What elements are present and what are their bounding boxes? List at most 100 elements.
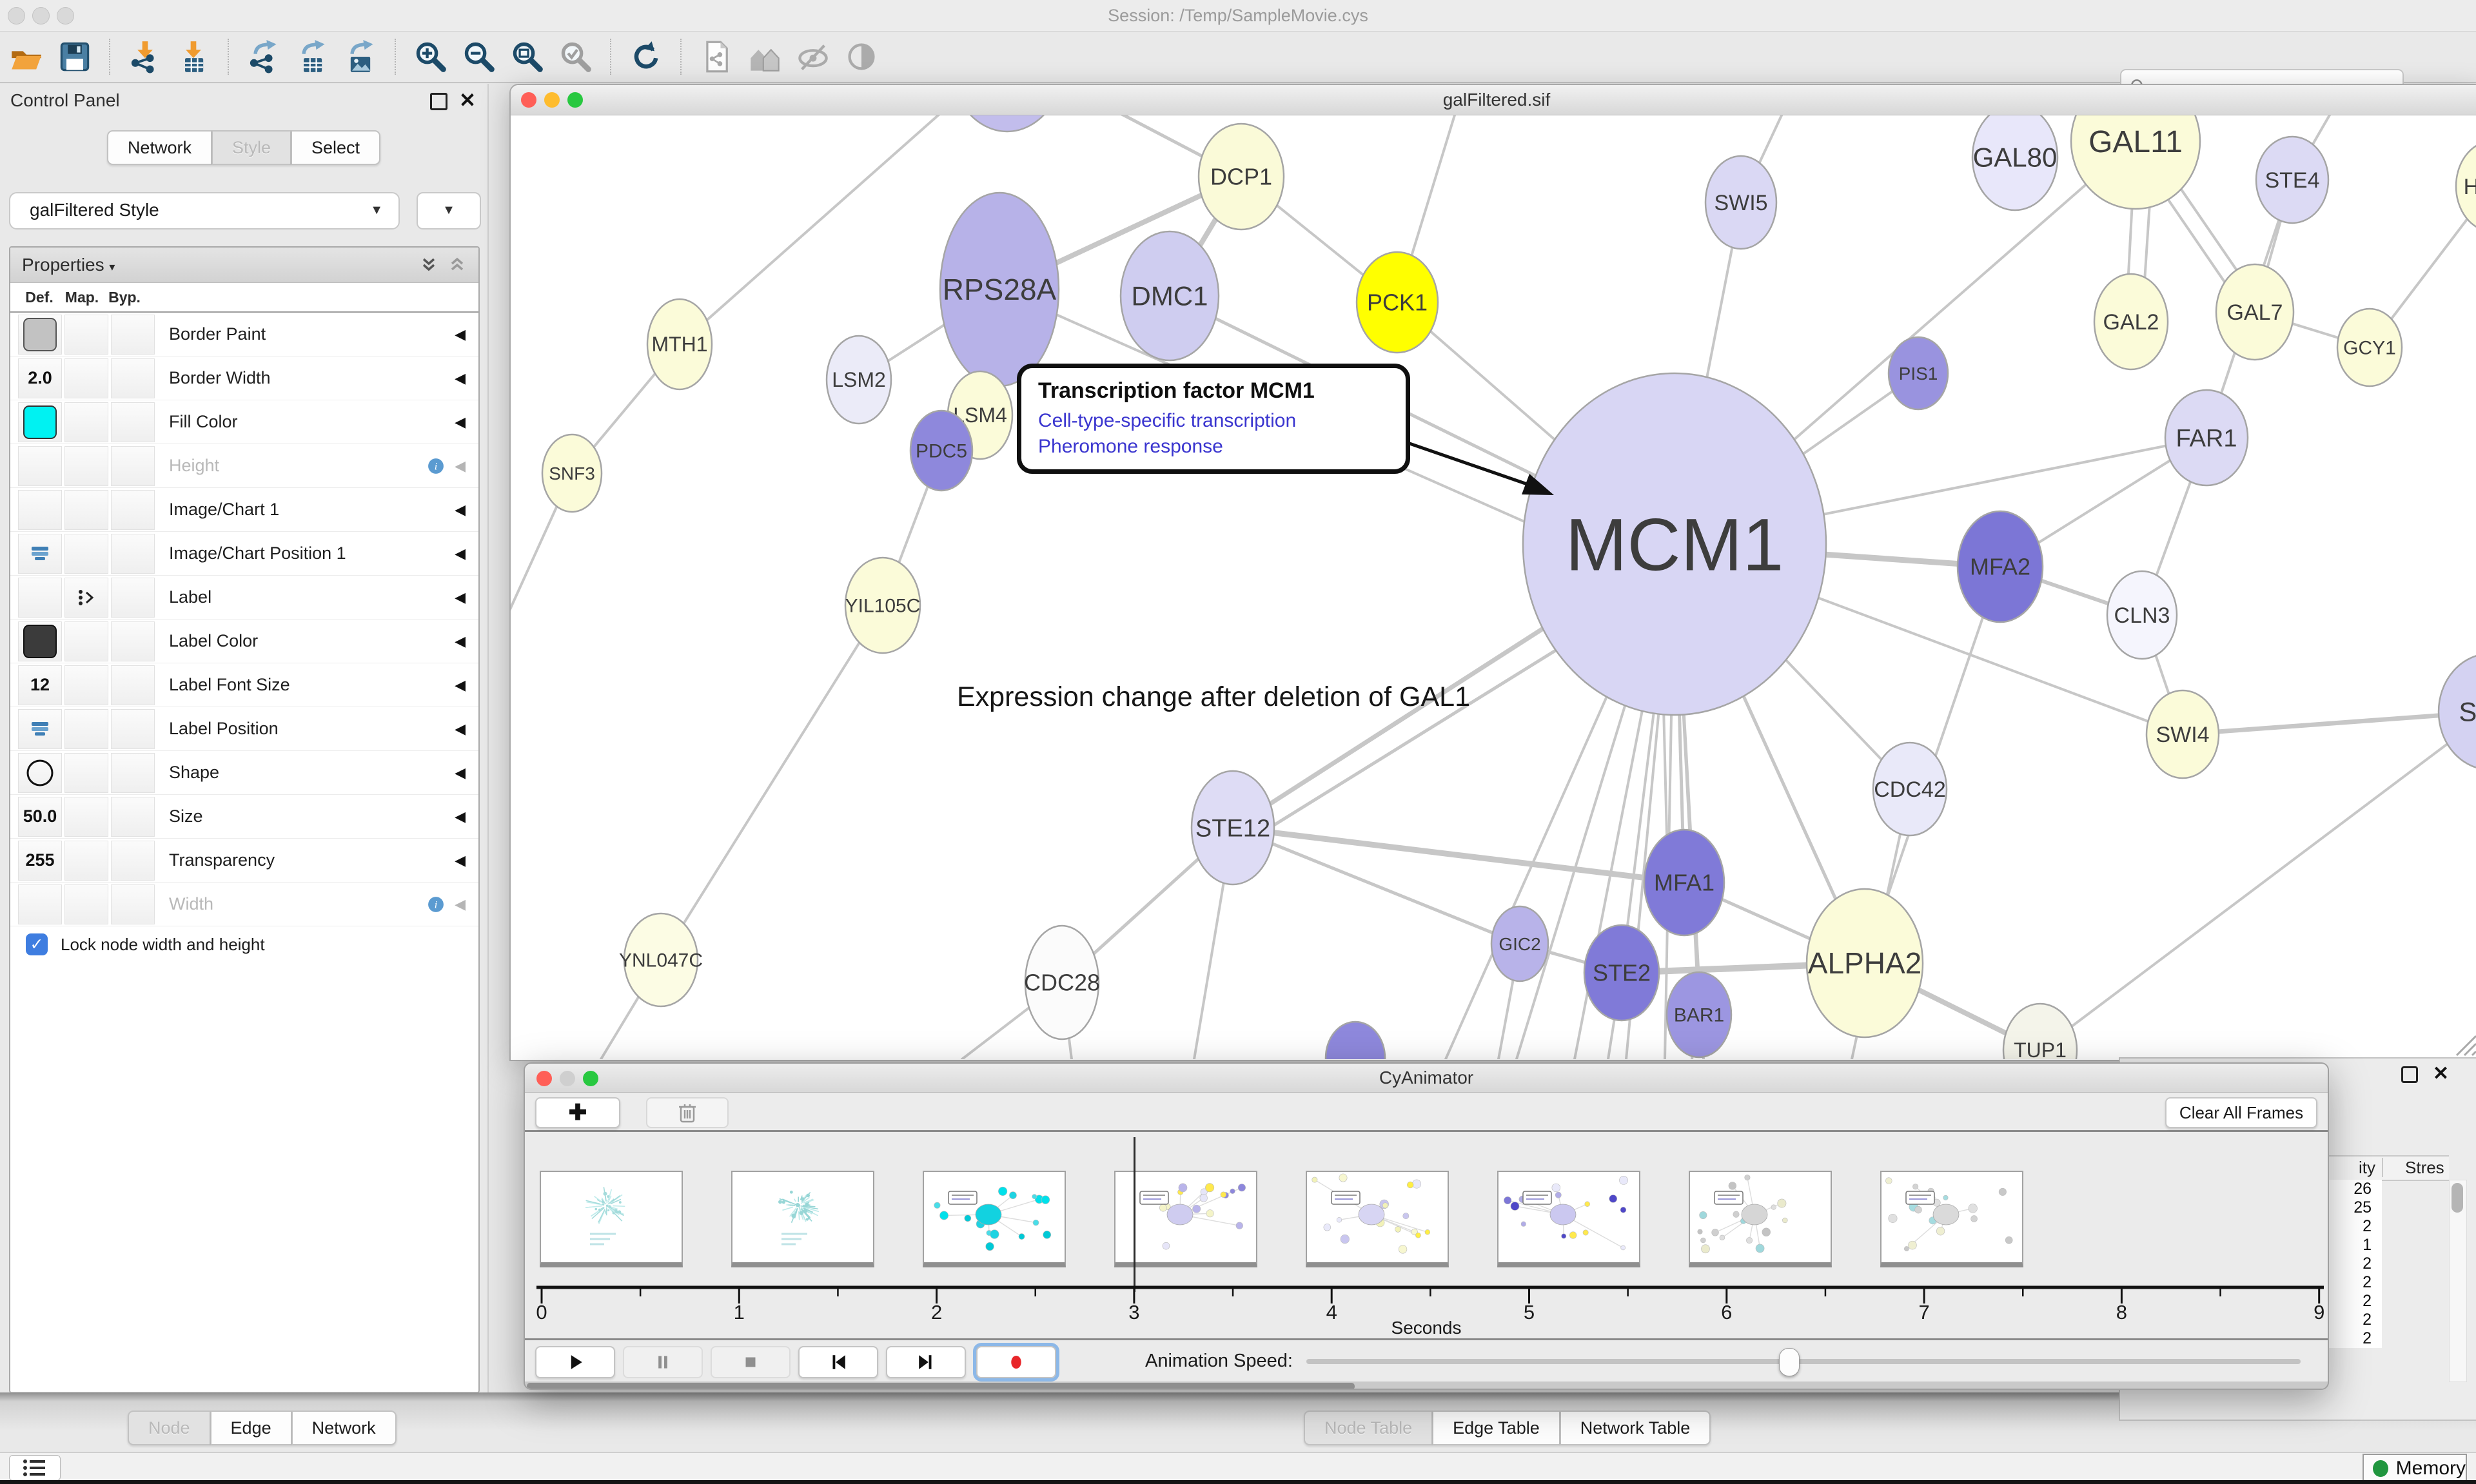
expand-property-arrow[interactable]: ◀ bbox=[455, 852, 466, 869]
scrollbar-thumb[interactable] bbox=[527, 1383, 1355, 1390]
bypass-cell[interactable] bbox=[111, 358, 155, 398]
apply-layout-button[interactable] bbox=[626, 37, 666, 77]
node-ynl047c[interactable]: YNL047C bbox=[619, 913, 703, 1006]
node-swi5[interactable]: SWI5 bbox=[1705, 156, 1776, 249]
node-rps28a[interactable]: RPS28A bbox=[940, 193, 1059, 386]
style-select[interactable]: galFiltered Style ▼ bbox=[9, 192, 400, 229]
node-mth1[interactable]: MTH1 bbox=[647, 299, 712, 389]
bypass-cell[interactable] bbox=[111, 446, 155, 486]
collapse-all-icon[interactable] bbox=[447, 255, 467, 275]
frame-4[interactable] bbox=[1306, 1171, 1449, 1267]
lock-size-checkbox[interactable]: ✓ bbox=[26, 933, 48, 955]
node-far1[interactable]: FAR1 bbox=[2165, 390, 2248, 485]
network-window-titlebar[interactable]: galFiltered.sif bbox=[511, 85, 2476, 115]
tab-style[interactable]: Style bbox=[212, 130, 291, 165]
bypass-cell[interactable] bbox=[111, 490, 155, 530]
mapping-cell[interactable] bbox=[64, 841, 108, 881]
expand-property-arrow[interactable]: ◀ bbox=[455, 808, 466, 825]
expand-property-arrow[interactable]: ◀ bbox=[455, 589, 466, 606]
default-cell[interactable] bbox=[18, 578, 62, 618]
float-window-icon[interactable] bbox=[430, 93, 447, 110]
mapping-cell[interactable] bbox=[64, 534, 108, 574]
default-cell[interactable] bbox=[18, 446, 62, 486]
node-gic2[interactable]: GIC2 bbox=[1491, 906, 1548, 981]
dock-tab-edge-table[interactable]: Edge Table bbox=[1433, 1411, 1560, 1445]
property-row[interactable]: 2.0Border Width◀ bbox=[10, 356, 478, 400]
mapping-cell[interactable] bbox=[64, 621, 108, 661]
bypass-cell[interactable] bbox=[111, 753, 155, 793]
expand-property-arrow[interactable]: ◀ bbox=[455, 414, 466, 431]
mapping-cell[interactable] bbox=[64, 358, 108, 398]
expand-property-arrow[interactable]: ◀ bbox=[455, 633, 466, 650]
zoom-in-button[interactable] bbox=[411, 37, 451, 77]
timeline-scrollbar[interactable] bbox=[525, 1381, 2328, 1390]
node-tup1[interactable]: TUP1 bbox=[2003, 1004, 2077, 1059]
frame-0[interactable] bbox=[540, 1171, 683, 1267]
frame-5[interactable] bbox=[1497, 1171, 1640, 1267]
node-clipped[interactable] bbox=[948, 115, 1066, 132]
network-canvas[interactable]: DCP1RPS28ADMC1PCK1MTH1LSM2LSM4SNF3PDC5YI… bbox=[511, 115, 2476, 1059]
bypass-cell[interactable] bbox=[111, 665, 155, 705]
float-window-icon[interactable] bbox=[2401, 1066, 2418, 1083]
property-row[interactable]: Label Color◀ bbox=[10, 620, 478, 663]
resize-grip[interactable] bbox=[2450, 1030, 2476, 1057]
default-cell[interactable] bbox=[18, 753, 62, 793]
canvas-caption[interactable]: Expression change after deletion of GAL1 bbox=[898, 681, 1529, 713]
node-gal11[interactable]: GAL11 bbox=[2071, 115, 2200, 209]
expand-property-arrow[interactable]: ◀ bbox=[455, 896, 466, 913]
expand-property-arrow[interactable]: ◀ bbox=[455, 370, 466, 387]
memory-button[interactable]: Memory bbox=[2363, 1454, 2467, 1483]
animation-speed-slider[interactable] bbox=[1306, 1359, 2301, 1364]
expand-property-arrow[interactable]: ◀ bbox=[455, 721, 466, 737]
default-cell[interactable]: 255 bbox=[18, 841, 62, 881]
node-hap2[interactable]: HAP2 bbox=[2456, 141, 2476, 231]
bypass-cell[interactable] bbox=[111, 621, 155, 661]
clear-all-frames-button[interactable]: Clear All Frames bbox=[2165, 1097, 2317, 1128]
node-lsm2[interactable]: LSM2 bbox=[827, 336, 891, 424]
default-cell[interactable] bbox=[18, 534, 62, 574]
node-mfa2[interactable]: MFA2 bbox=[1958, 511, 2043, 622]
export-table-button[interactable] bbox=[292, 37, 332, 77]
node-clipped[interactable] bbox=[1326, 1022, 1385, 1059]
stop-button[interactable] bbox=[711, 1346, 791, 1378]
tab-network[interactable]: Network bbox=[107, 130, 212, 165]
frame-3[interactable] bbox=[1114, 1171, 1257, 1267]
go-to-end-button[interactable] bbox=[886, 1346, 966, 1378]
property-row[interactable]: 50.0Size◀ bbox=[10, 795, 478, 839]
export-network-button[interactable] bbox=[244, 37, 284, 77]
slider-thumb[interactable] bbox=[1779, 1348, 1800, 1376]
node-mfa1[interactable]: MFA1 bbox=[1644, 830, 1724, 935]
close-icon[interactable]: ✕ bbox=[2433, 1062, 2449, 1085]
expand-property-arrow[interactable]: ◀ bbox=[455, 502, 466, 518]
mapping-cell[interactable] bbox=[64, 753, 108, 793]
properties-header[interactable]: Properties ▾ bbox=[22, 248, 115, 284]
network-file-button[interactable] bbox=[696, 37, 736, 77]
property-row[interactable]: Label◀ bbox=[10, 576, 478, 620]
node-cdc28[interactable]: CDC28 bbox=[1024, 926, 1100, 1039]
expand-property-arrow[interactable]: ◀ bbox=[455, 326, 466, 343]
property-row[interactable]: 255Transparency◀ bbox=[10, 839, 478, 883]
property-row[interactable]: Image/Chart 1◀ bbox=[10, 488, 478, 532]
annotation-link-2[interactable]: Pheromone response bbox=[1038, 436, 1391, 458]
node-slt2[interactable]: SLT2 bbox=[2439, 654, 2476, 770]
expand-property-arrow[interactable]: ◀ bbox=[455, 458, 466, 474]
show-graphics-button[interactable] bbox=[841, 37, 881, 77]
zoom-selected-button[interactable] bbox=[556, 37, 596, 77]
annotation-box[interactable]: Transcription factor MCM1 Cell-type-spec… bbox=[1017, 364, 1410, 474]
zoom-out-button[interactable] bbox=[459, 37, 499, 77]
default-cell[interactable] bbox=[18, 709, 62, 749]
default-cell[interactable] bbox=[18, 490, 62, 530]
mapping-cell[interactable] bbox=[64, 490, 108, 530]
node-bar1[interactable]: BAR1 bbox=[1667, 972, 1731, 1057]
bypass-cell[interactable] bbox=[111, 578, 155, 618]
mapping-cell[interactable] bbox=[64, 315, 108, 355]
default-cell[interactable] bbox=[18, 315, 62, 355]
panel-tab-network[interactable]: Network bbox=[292, 1411, 397, 1445]
style-options-button[interactable]: ▼ bbox=[417, 192, 481, 229]
play-button[interactable] bbox=[535, 1346, 615, 1378]
expand-all-icon[interactable] bbox=[419, 255, 438, 275]
frame-2[interactable] bbox=[923, 1171, 1066, 1267]
expand-property-arrow[interactable]: ◀ bbox=[455, 677, 466, 694]
table-vertical-scrollbar[interactable] bbox=[2449, 1180, 2467, 1382]
property-row[interactable]: Image/Chart Position 1◀ bbox=[10, 532, 478, 576]
